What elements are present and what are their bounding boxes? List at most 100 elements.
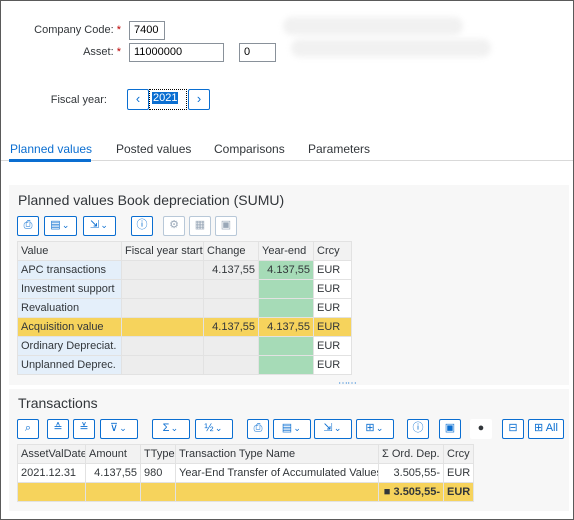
- crcy-cell: EUR: [313, 260, 352, 280]
- document-icon: ▣: [220, 219, 232, 231]
- print-button[interactable]: ⎙: [247, 419, 269, 439]
- tab-posted-values[interactable]: Posted values: [116, 142, 191, 156]
- tab-comparisons[interactable]: Comparisons: [214, 142, 285, 156]
- layout-menu-button[interactable]: ▤⌄: [44, 216, 77, 236]
- start-cell: [121, 260, 204, 280]
- column-header-asset-val-date[interactable]: AssetValDate: [17, 444, 86, 464]
- details-button[interactable]: ⓘ: [407, 419, 429, 439]
- value-cell: Ordinary Depreciat.: [17, 336, 122, 356]
- tab-planned-values[interactable]: Planned values: [10, 142, 92, 156]
- table-row[interactable]: Ordinary Depreciat. EUR: [17, 336, 352, 356]
- info-icon: ⓘ: [412, 422, 424, 434]
- value-cell: APC transactions: [17, 260, 122, 280]
- table-row[interactable]: Revaluation EUR: [17, 298, 352, 318]
- document-icon: ▣: [444, 422, 456, 434]
- planned-values-title: Planned values Book depreciation (SUMU): [18, 192, 285, 208]
- change-cell: [203, 355, 259, 375]
- filter-menu-button[interactable]: ⊽⌄: [100, 419, 138, 439]
- start-cell: [121, 298, 204, 318]
- table-row[interactable]: APC transactions 4.137,55 4.137,55 EUR: [17, 260, 352, 280]
- tab-parameters[interactable]: Parameters: [308, 142, 370, 156]
- year-end-cell: 4.137,55: [258, 317, 314, 337]
- layout-icon: ▤: [281, 422, 293, 434]
- subtotal-menu-button[interactable]: ½⌄: [195, 419, 233, 439]
- fiscal-year-field[interactable]: 2021: [149, 89, 187, 110]
- column-header-ttype[interactable]: TType: [140, 444, 176, 464]
- company-code-field[interactable]: 7400: [129, 21, 165, 40]
- previous-year-button[interactable]: ‹: [127, 89, 149, 110]
- change-cell: [203, 279, 259, 299]
- chevron-down-icon: ⌄: [214, 423, 223, 433]
- crcy-cell: EUR: [313, 279, 352, 299]
- total-crcy-cell: EUR: [443, 482, 474, 502]
- export-menu-button[interactable]: ⇲⌄: [83, 216, 116, 236]
- sort-descending-icon: ≚: [79, 422, 89, 434]
- redacted-company-name: [283, 17, 463, 35]
- layout-menu-button[interactable]: ▤⌄: [273, 419, 311, 439]
- fiscal-year-label: Fiscal year:: [50, 94, 107, 106]
- export-menu-button[interactable]: ⇲⌄: [314, 419, 352, 439]
- views-menu-button[interactable]: ⊞⌄: [356, 419, 394, 439]
- column-header-transaction-type-name[interactable]: Transaction Type Name: [175, 444, 379, 464]
- column-header-amount[interactable]: Amount: [85, 444, 141, 464]
- total-blank-cell: [175, 482, 379, 502]
- change-cell: 4.137,55: [203, 260, 259, 280]
- subtotal-icon: ½: [204, 422, 214, 434]
- sum-icon: Σ: [162, 422, 170, 434]
- documents-button[interactable]: ▣: [215, 216, 237, 236]
- year-end-cell: [258, 355, 314, 375]
- ord-dep-cell: 3.505,55-: [378, 463, 444, 483]
- column-header-ord-dep[interactable]: Σ Ord. Dep.: [378, 444, 444, 464]
- hat-icon: ●: [477, 422, 485, 434]
- chevron-down-icon: ⌄: [293, 423, 301, 433]
- column-header-year-end[interactable]: Year-end: [258, 241, 314, 261]
- table-row[interactable]: 2021.12.31 4.137,55 980 Year-End Transfe…: [17, 463, 474, 483]
- print-button[interactable]: ⎙: [17, 216, 39, 236]
- structure-icon: ⊟: [508, 422, 518, 434]
- chevron-left-icon: ‹: [135, 91, 141, 106]
- total-ord-dep-cell: ■ 3.505,55-: [378, 482, 444, 502]
- total-blank-cell: [140, 482, 176, 502]
- asset-subnumber-field[interactable]: 0: [239, 43, 276, 62]
- change-cell: [203, 336, 259, 356]
- document-button[interactable]: ▣: [439, 419, 461, 439]
- tab-bar: Planned values Posted values Comparisons…: [1, 139, 573, 161]
- display-hat-button[interactable]: ●: [470, 419, 492, 439]
- chevron-down-icon: ⌄: [100, 220, 108, 230]
- table-row[interactable]: Unplanned Deprec. EUR: [17, 355, 352, 375]
- export-icon: ⇲: [323, 422, 333, 434]
- total-marker-icon: ■: [383, 486, 391, 498]
- column-header-fiscal-year-start[interactable]: Fiscal year start: [121, 241, 204, 261]
- column-header-crcy[interactable]: Crcy: [443, 444, 474, 464]
- sort-ascending-button[interactable]: ≙: [47, 419, 69, 439]
- table-row[interactable]: Investment support EUR: [17, 279, 352, 299]
- year-end-cell: [258, 336, 314, 356]
- asset-label: Asset: *: [83, 46, 121, 58]
- date-cell: 2021.12.31: [17, 463, 86, 483]
- export-icon: ⇲: [89, 219, 100, 231]
- column-header-value[interactable]: Value: [17, 241, 122, 261]
- planning-button[interactable]: ⚙: [163, 216, 185, 236]
- details-button[interactable]: ⓘ: [131, 216, 153, 236]
- show-all-button[interactable]: ⊞ All: [528, 419, 564, 439]
- column-header-crcy[interactable]: Crcy: [313, 241, 352, 261]
- table-row-highlighted[interactable]: Acquisition value 4.137,55 4.137,55 EUR: [17, 317, 352, 337]
- crcy-cell: EUR: [313, 355, 352, 375]
- chevron-down-icon: ⌄: [170, 423, 179, 433]
- change-cell: [203, 298, 259, 318]
- year-end-cell: 4.137,55: [258, 260, 314, 280]
- total-row[interactable]: ■ 3.505,55- EUR: [17, 482, 474, 502]
- total-blank-cell: [17, 482, 86, 502]
- chevron-down-icon: ⌄: [375, 423, 384, 433]
- asset-number-field[interactable]: 11000000: [129, 43, 224, 62]
- structure-button[interactable]: ⊟: [502, 419, 524, 439]
- chevron-down-icon: ⌄: [61, 220, 70, 230]
- calculator-button[interactable]: ▦: [189, 216, 211, 236]
- zoom-button[interactable]: ⌕: [17, 419, 39, 439]
- next-year-button[interactable]: ›: [188, 89, 210, 110]
- splitter-handle[interactable]: ⋯⋯: [338, 378, 357, 389]
- sum-menu-button[interactable]: Σ⌄: [152, 419, 190, 439]
- sort-descending-button[interactable]: ≚: [73, 419, 95, 439]
- calculator-icon: ▦: [194, 219, 206, 231]
- column-header-change[interactable]: Change: [203, 241, 259, 261]
